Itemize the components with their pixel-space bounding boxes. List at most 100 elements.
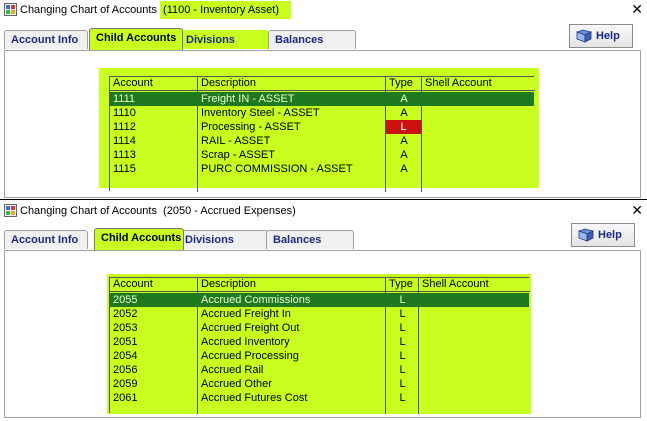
window-title-main: Changing Chart of Accounts <box>20 4 157 16</box>
column-header-account[interactable]: Account <box>110 278 198 292</box>
table-row[interactable]: 2055 Accrued Commissions L <box>110 293 529 307</box>
cell-shell-account <box>419 335 422 349</box>
cell-shell-account <box>422 92 425 106</box>
cell-account: 2054 <box>113 350 138 362</box>
cell-type: L <box>399 392 406 404</box>
close-icon[interactable]: ✕ <box>631 202 643 218</box>
cell-type: L <box>399 308 406 320</box>
table-row[interactable]: 2053 Accrued Freight Out L <box>110 321 529 335</box>
cell-shell-account <box>422 162 425 176</box>
cell-account: 2051 <box>113 336 138 348</box>
cell-description: Accrued Freight In <box>201 308 291 320</box>
cell-type-flagged: L <box>386 120 421 134</box>
table-row[interactable]: 1111 Freight IN - ASSET A <box>110 92 534 106</box>
column-header-description[interactable]: Description <box>198 77 386 91</box>
tab-account-info[interactable]: Account Info <box>4 30 88 49</box>
book-icon <box>578 228 594 242</box>
tab-strip: Account Info Child Accounts Divisions Ba… <box>4 28 644 50</box>
table-row[interactable]: 2051 Accrued Inventory L <box>110 335 529 349</box>
cell-description: Accrued Rail <box>201 364 264 376</box>
cell-shell-account <box>422 106 425 120</box>
table-row[interactable]: 1110 Inventory Steel - ASSET A <box>110 106 534 120</box>
tab-account-info[interactable]: Account Info <box>4 230 88 249</box>
cell-description: Accrued Futures Cost <box>201 392 308 404</box>
cell-account: 2059 <box>113 378 138 390</box>
tab-panel: Account Description Type Shell Account 2… <box>4 250 641 418</box>
cell-account: 2052 <box>113 308 138 320</box>
tab-divisions[interactable]: Divisions <box>178 230 268 249</box>
cell-type: L <box>399 350 406 362</box>
table-row[interactable]: 1112 Processing - ASSET L <box>110 120 534 134</box>
table-row[interactable]: 2056 Accrued Rail L <box>110 363 529 377</box>
cell-description: Accrued Commissions <box>201 294 311 306</box>
table-row[interactable]: 1113 Scrap - ASSET A <box>110 148 534 162</box>
window-title-account: (2050 - Accrued Expenses) <box>163 205 296 217</box>
grid-highlight: Account Description Type Shell Account 2… <box>107 274 531 414</box>
tab-strip: Account Info Child Accounts Divisions Ba… <box>4 228 644 250</box>
help-button[interactable]: Help <box>571 223 635 247</box>
cell-type: A <box>400 163 408 175</box>
cell-account: 1112 <box>113 121 136 133</box>
cell-account: 2061 <box>113 392 138 404</box>
title-bar: Changing Chart of Accounts (1100 - Inven… <box>0 0 647 20</box>
cell-type: L <box>399 364 406 376</box>
cell-description: Accrued Inventory <box>201 336 290 348</box>
child-accounts-grid[interactable]: Account Description Type Shell Account 1… <box>109 76 535 192</box>
table-row[interactable]: 1114 RAIL - ASSET A <box>110 134 534 148</box>
book-icon <box>576 29 592 43</box>
cell-description: Accrued Processing <box>201 350 299 362</box>
table-row[interactable]: 1115 PURC COMMISSION - ASSET A <box>110 162 534 176</box>
cell-description: Inventory Steel - ASSET <box>201 107 320 119</box>
cell-description: Accrued Other <box>201 378 272 390</box>
cell-shell-account <box>419 391 422 405</box>
cell-type: L <box>399 294 406 306</box>
table-row[interactable]: 2061 Accrued Futures Cost L <box>110 391 529 405</box>
cell-shell-account <box>422 120 425 134</box>
grid-highlight: Account Description Type Shell Account 1… <box>99 68 539 192</box>
cell-account: 1110 <box>113 107 136 119</box>
cell-account: 2053 <box>113 322 138 334</box>
cell-type: L <box>399 336 406 348</box>
child-accounts-grid[interactable]: Account Description Type Shell Account 2… <box>109 277 530 414</box>
column-header-account[interactable]: Account <box>110 77 198 91</box>
table-row[interactable]: 2054 Accrued Processing L <box>110 349 529 363</box>
column-header-description[interactable]: Description <box>198 278 386 292</box>
window-title: Changing Chart of Accounts (2050 - Accru… <box>20 205 299 217</box>
table-row[interactable]: 2059 Accrued Other L <box>110 377 529 391</box>
column-header-shell-account[interactable]: Shell Account <box>419 278 530 292</box>
cell-description: Scrap - ASSET <box>201 149 275 161</box>
title-bar: Changing Chart of Accounts (2050 - Accru… <box>0 201 647 221</box>
window-title: Changing Chart of Accounts (1100 - Inven… <box>20 1 292 19</box>
cell-shell-account <box>419 307 422 321</box>
cell-type: A <box>400 135 408 147</box>
cell-description: Accrued Freight Out <box>201 322 300 334</box>
column-header-type[interactable]: Type <box>386 77 422 91</box>
window-title-account: (1100 - Inventory Asset) <box>160 1 292 19</box>
cell-type: A <box>400 107 408 119</box>
table-row[interactable]: 2052 Accrued Freight In L <box>110 307 529 321</box>
close-icon[interactable]: ✕ <box>631 1 643 17</box>
tab-divisions[interactable]: Divisions <box>179 30 269 49</box>
cell-account: 1111 <box>113 93 136 105</box>
cell-shell-account <box>422 134 425 148</box>
cell-type: L <box>399 378 406 390</box>
cell-description: Processing - ASSET <box>201 121 301 133</box>
chart-of-accounts-window-1100: Changing Chart of Accounts (1100 - Inven… <box>0 0 647 200</box>
cell-account: 2056 <box>113 364 138 376</box>
tab-child-accounts[interactable]: Child Accounts <box>94 228 184 250</box>
tab-panel: Account Description Type Shell Account 1… <box>4 50 641 198</box>
cell-shell-account <box>419 363 422 377</box>
cell-account: 1114 <box>113 135 136 147</box>
cell-account: 1115 <box>113 163 136 175</box>
tab-balances[interactable]: Balances <box>268 30 356 49</box>
help-button[interactable]: Help <box>569 24 633 48</box>
cell-account: 1113 <box>113 149 136 161</box>
column-header-type[interactable]: Type <box>386 278 419 292</box>
cell-type: A <box>400 93 408 105</box>
tab-balances[interactable]: Balances <box>266 230 354 249</box>
cell-description: RAIL - ASSET <box>201 135 271 147</box>
cell-shell-account <box>422 148 425 162</box>
column-header-shell-account[interactable]: Shell Account <box>422 77 535 91</box>
tab-child-accounts[interactable]: Child Accounts <box>89 28 183 50</box>
help-label: Help <box>596 30 620 42</box>
